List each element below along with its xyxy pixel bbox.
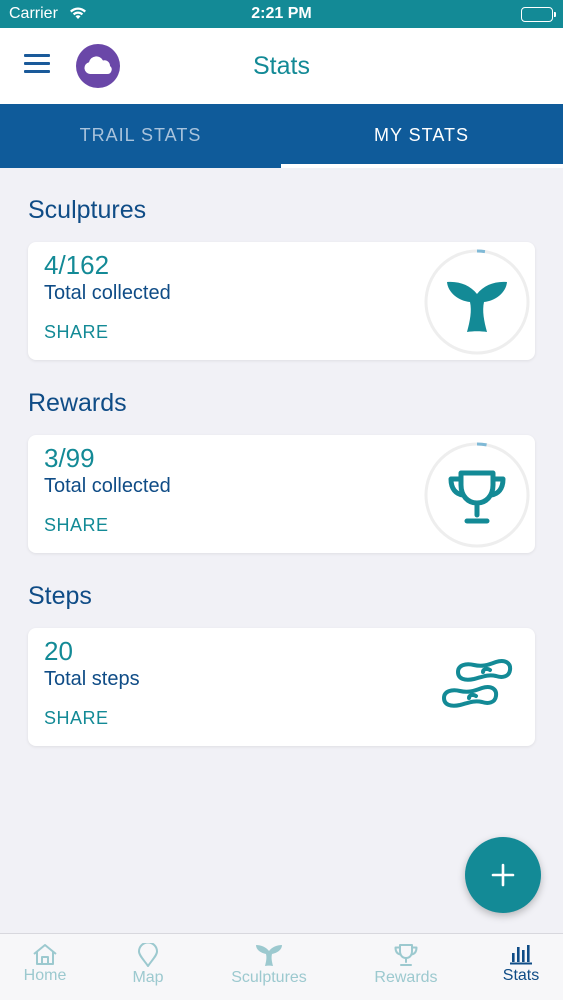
trophy-icon [448,470,506,524]
section-title-sculptures: Sculptures [28,196,147,224]
nav-bar: Stats [0,28,563,104]
section-title-rewards: Rewards [28,389,127,417]
section-title-steps: Steps [28,582,92,610]
sculptures-count: 4/162 [44,250,110,280]
share-rewards-button[interactable]: SHARE [44,515,109,536]
sculptures-card: 4/162 Total collected SHARE [28,242,535,360]
trophy-icon [394,944,418,966]
page-title: Stats [253,52,310,80]
sculptures-label: Total collected [44,282,171,304]
rewards-count: 3/99 [44,443,95,473]
tab-indicator [281,164,563,168]
bar-chart-icon [510,945,532,965]
battery-icon [521,7,556,22]
steps-count: 20 [44,636,73,666]
tab-my-stats[interactable]: MY STATS [281,104,562,168]
nav-label-home: Home [23,967,67,984]
whale-tail-icon [447,281,507,332]
rewards-card: 3/99 Total collected SHARE [28,435,535,553]
status-bar: Carrier 2:21 PM [0,0,563,28]
bottom-nav: Home Map Sculptures Rewards Stats [0,933,563,1000]
nav-item-stats[interactable]: Stats [490,934,552,1000]
add-fab-button[interactable] [465,837,541,913]
rewards-progress-ring [424,442,530,548]
plus-icon [491,863,515,887]
tab-bar: TRAIL STATS MY STATS [0,104,563,168]
whale-tail-icon [256,945,282,966]
home-icon [33,944,57,965]
nav-label-stats: Stats [502,967,540,984]
rewards-label: Total collected [44,475,171,497]
status-time: 2:21 PM [251,5,312,22]
map-pin-icon [138,943,158,967]
nav-label-rewards: Rewards [374,969,438,986]
share-steps-button[interactable]: SHARE [44,708,109,729]
share-sculptures-button[interactable]: SHARE [44,322,109,343]
sculptures-progress-ring [424,249,530,355]
steps-card: 20 Total steps SHARE [28,628,535,746]
nav-item-sculptures[interactable]: Sculptures [219,934,319,1000]
nav-label-map: Map [132,969,164,986]
nav-label-sculptures: Sculptures [231,969,307,986]
nav-item-rewards[interactable]: Rewards [360,934,452,1000]
tab-trail-stats[interactable]: TRAIL STATS [0,104,281,168]
nav-item-home[interactable]: Home [0,934,90,1000]
steps-label: Total steps [44,668,140,690]
nav-item-map[interactable]: Map [104,934,192,1000]
footprints-icon [442,659,513,708]
